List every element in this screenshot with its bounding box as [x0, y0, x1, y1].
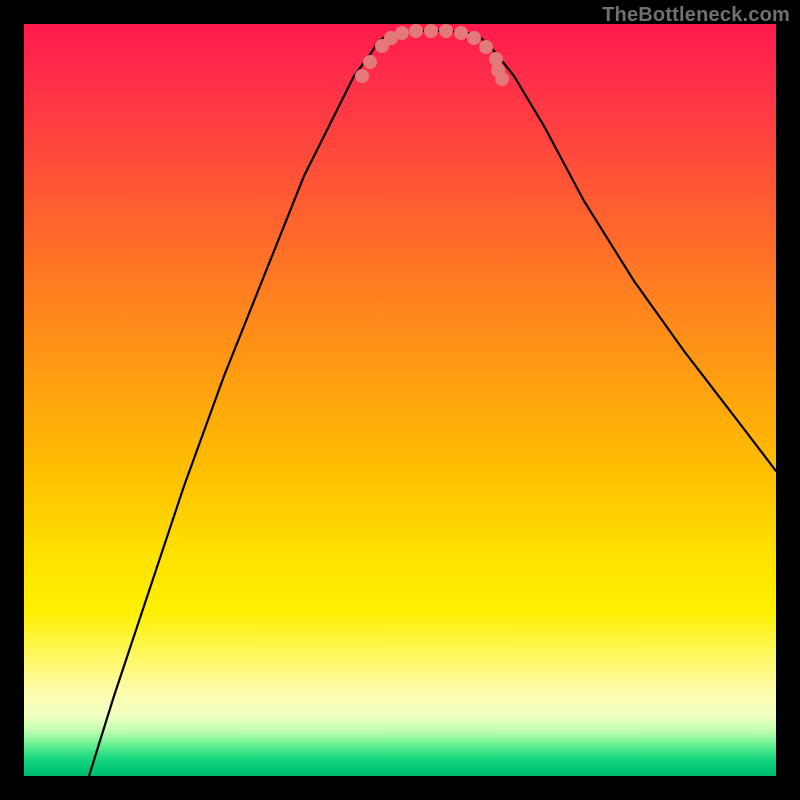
marker-dot	[439, 24, 453, 38]
marker-dot	[355, 69, 369, 83]
marker-dot	[395, 26, 409, 40]
marker-dot	[479, 40, 493, 54]
marker-dot	[409, 24, 423, 38]
chart-frame: TheBottleneck.com	[0, 0, 800, 800]
bottleneck-curve	[89, 31, 776, 776]
marker-dot	[467, 31, 481, 45]
curve-svg	[24, 24, 776, 776]
marker-dot	[454, 26, 468, 40]
curve-markers	[355, 24, 509, 86]
watermark-text: TheBottleneck.com	[602, 4, 790, 27]
marker-dot	[363, 55, 377, 69]
marker-dot	[495, 72, 509, 86]
plot-area	[24, 24, 776, 776]
marker-dot	[424, 24, 438, 38]
